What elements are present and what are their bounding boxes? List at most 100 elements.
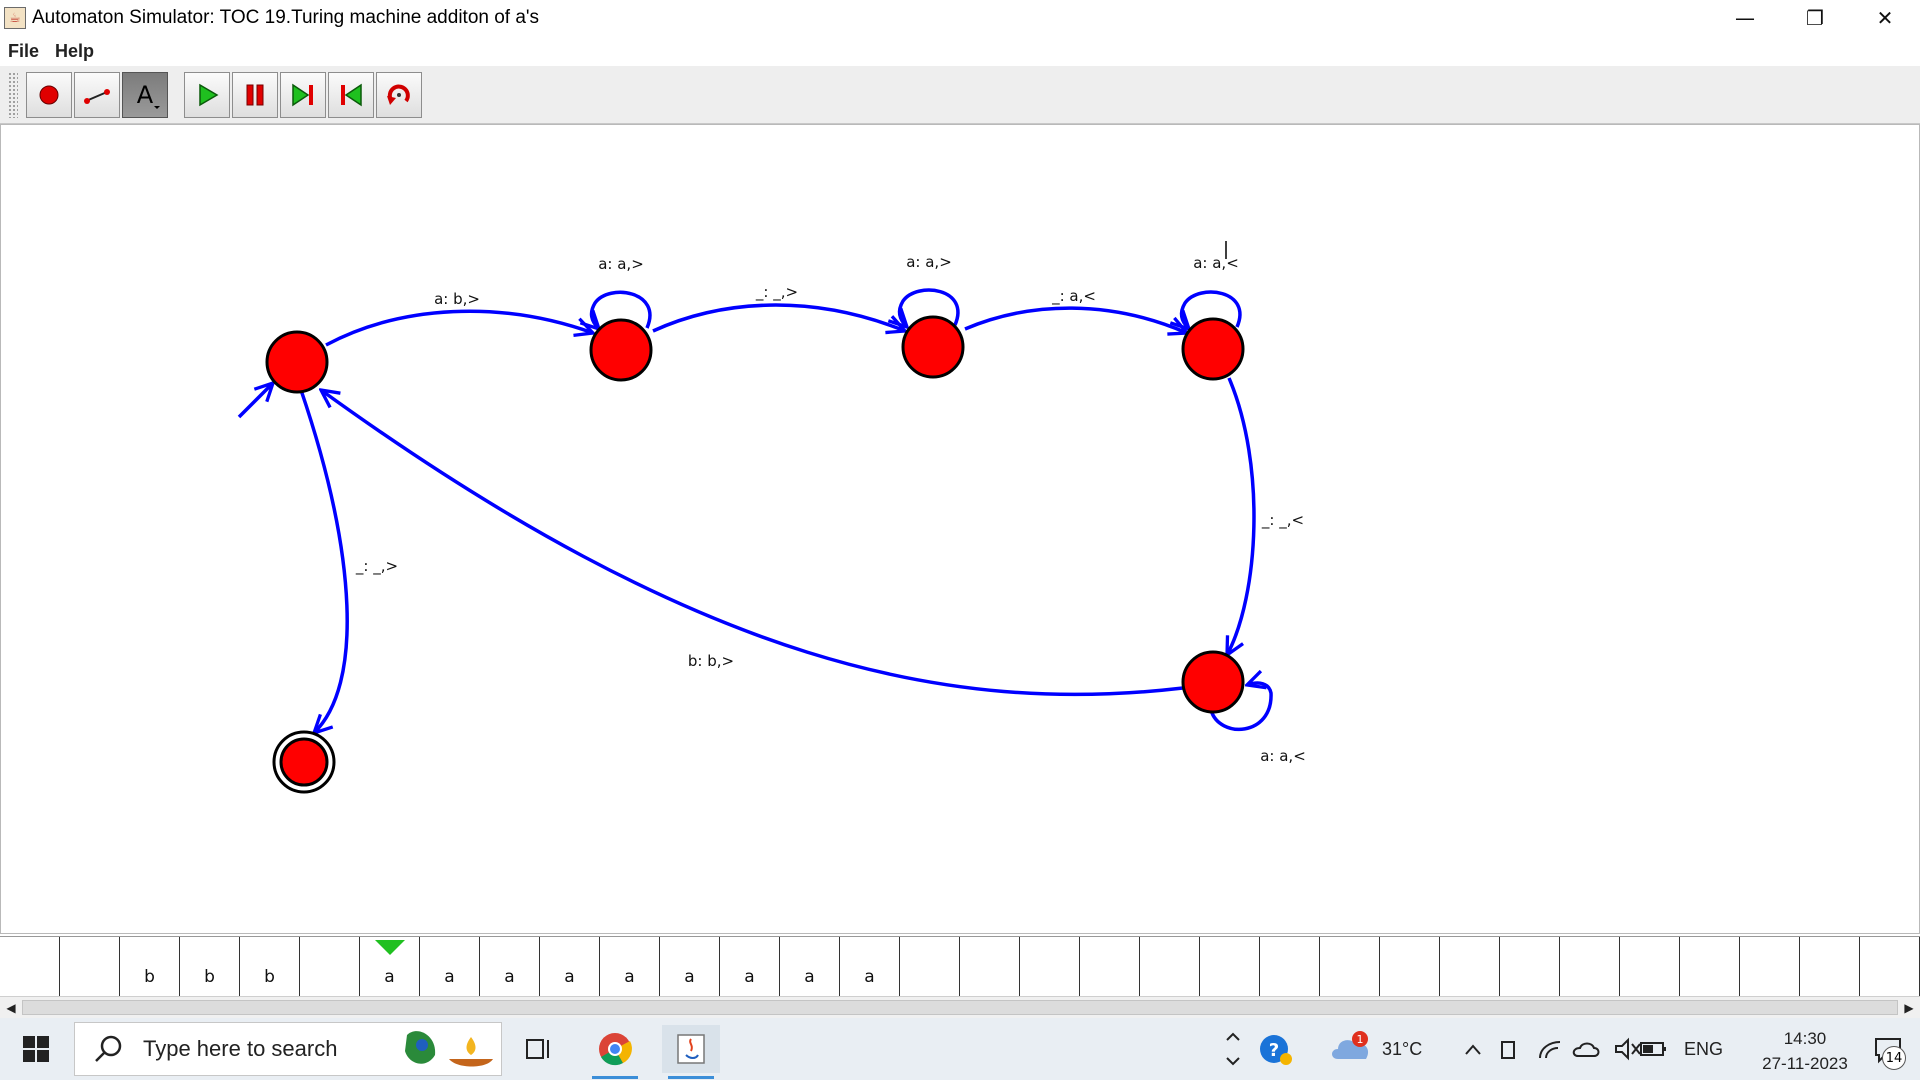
state-q5-accepting[interactable] <box>272 730 336 794</box>
edge-q3-q4[interactable] <box>1227 377 1256 655</box>
help-icon: ? <box>1260 1035 1292 1065</box>
toolbar: A <box>0 66 1920 124</box>
edge-q4-q0[interactable] <box>321 390 1184 697</box>
state-q3[interactable] <box>1181 317 1245 381</box>
window-controls: — ❐ ✕ <box>1710 0 1920 36</box>
pause-button[interactable] <box>232 72 278 118</box>
horizontal-scrollbar[interactable]: ◀ ▶ <box>0 996 1920 1018</box>
svg-text:A: A <box>137 81 154 109</box>
language-indicator[interactable]: ENG <box>1684 1018 1723 1080</box>
notification-center-button[interactable]: 14 <box>1868 1030 1908 1070</box>
edge-q0-q5[interactable] <box>299 389 349 733</box>
state-diagram[interactable]: a: b,> a: a,> _: _,> a: a,> _: a,< a: a,… <box>1 125 1919 933</box>
help-tray[interactable]: ? <box>1256 1018 1296 1080</box>
reset-button[interactable] <box>376 72 422 118</box>
tape-cell[interactable] <box>1260 937 1320 997</box>
tape-cell[interactable]: a <box>540 937 600 997</box>
tape-cell[interactable] <box>960 937 1020 997</box>
tape-cell[interactable] <box>1200 937 1260 997</box>
tape-cell[interactable] <box>1680 937 1740 997</box>
toolbar-grip[interactable] <box>8 72 18 118</box>
taskbar-app-chrome[interactable] <box>586 1025 644 1079</box>
tape-cell[interactable]: a <box>720 937 780 997</box>
add-state-button[interactable] <box>26 72 72 118</box>
tape-cell[interactable]: b <box>120 937 180 997</box>
play-button[interactable] <box>184 72 230 118</box>
state-q1[interactable] <box>589 318 653 382</box>
tape-cell[interactable] <box>300 937 360 997</box>
tape-cell[interactable]: b <box>240 937 300 997</box>
reset-icon <box>387 84 410 105</box>
taskbar-app-java[interactable] <box>662 1025 720 1079</box>
text-a-icon: A <box>137 81 160 109</box>
edge-label-q1-q2: _: _,> <box>755 283 798 302</box>
tape-cell[interactable] <box>1800 937 1860 997</box>
step-forward-button[interactable] <box>280 72 326 118</box>
weather-widget[interactable]: 1 31°C <box>1330 1018 1422 1080</box>
scroll-right-arrow[interactable]: ▶ <box>1898 997 1920 1019</box>
minimize-button[interactable]: — <box>1710 0 1780 36</box>
edge-q0-q1[interactable] <box>325 309 593 347</box>
battery-tray[interactable] <box>1640 1018 1668 1080</box>
close-button[interactable]: ✕ <box>1850 0 1920 36</box>
tape-cell[interactable] <box>1500 937 1560 997</box>
edge-q2-q3[interactable] <box>964 306 1187 333</box>
edge-label-q0-q5: _: _,> <box>355 557 398 576</box>
task-view-button[interactable] <box>510 1025 568 1073</box>
edge-label-q1-loop: a: a,> <box>598 255 644 273</box>
tape-cell[interactable] <box>900 937 960 997</box>
battery-icon <box>1640 1042 1666 1056</box>
system-tray-icons <box>1460 1018 1660 1080</box>
tape-cell[interactable] <box>0 937 60 997</box>
turing-tape[interactable]: bbbaaaaaaaaa <box>0 936 1920 997</box>
transition-arrow-icon <box>84 89 110 104</box>
tape-cell[interactable] <box>1860 937 1920 997</box>
notification-count: 14 <box>1882 1046 1906 1070</box>
menu-bar: File Help <box>0 36 1920 66</box>
play-icon <box>199 83 219 107</box>
restore-button[interactable]: ❐ <box>1780 0 1850 36</box>
diwali-lamp-icon <box>405 1031 493 1067</box>
window-title: Automaton Simulator: TOC 19.Turing machi… <box>32 7 540 28</box>
tape-cell[interactable] <box>1080 937 1140 997</box>
tape-cell[interactable]: a <box>840 937 900 997</box>
tape-cell[interactable] <box>1140 937 1200 997</box>
java-app-icon[interactable]: ☕ <box>4 7 26 29</box>
title-bar: ☕ Automaton Simulator: TOC 19.Turing mac… <box>0 0 1920 36</box>
taskbar: Type here to search ? 1 31°C ENG 14:30 2… <box>0 1018 1920 1080</box>
state-q4[interactable] <box>1181 650 1245 714</box>
svg-text:1: 1 <box>1357 1033 1364 1046</box>
tape-cell[interactable] <box>1020 937 1080 997</box>
tape-cell[interactable] <box>1620 937 1680 997</box>
automaton-canvas[interactable]: a: b,> a: a,> _: _,> a: a,> _: a,< a: a,… <box>0 124 1920 934</box>
tape-cell[interactable]: a <box>780 937 840 997</box>
tape-cell[interactable] <box>1560 937 1620 997</box>
tape-cell[interactable] <box>1320 937 1380 997</box>
add-transition-button[interactable] <box>74 72 120 118</box>
clock[interactable]: 14:30 27-11-2023 <box>1750 1026 1860 1076</box>
edge-q1-q2[interactable] <box>652 303 905 331</box>
tape-cell[interactable] <box>1380 937 1440 997</box>
tray-overflow[interactable] <box>1220 1018 1246 1080</box>
tape-cell[interactable]: a <box>600 937 660 997</box>
windows-logo-icon <box>23 1036 49 1062</box>
start-button[interactable] <box>0 1018 72 1080</box>
tape-cell[interactable]: a <box>480 937 540 997</box>
tape-cell[interactable]: b <box>180 937 240 997</box>
java-icon <box>677 1034 705 1064</box>
step-back-icon <box>341 83 362 107</box>
menu-help[interactable]: Help <box>47 41 102 62</box>
state-q0[interactable] <box>265 330 329 394</box>
taskbar-search-box[interactable]: Type here to search <box>74 1022 502 1076</box>
edit-label-button[interactable]: A <box>122 72 168 118</box>
state-q2[interactable] <box>901 315 965 379</box>
step-back-button[interactable] <box>328 72 374 118</box>
tape-cell[interactable]: a <box>660 937 720 997</box>
scroll-left-arrow[interactable]: ◀ <box>0 997 22 1019</box>
tape-cell[interactable]: a <box>420 937 480 997</box>
tape-cell[interactable] <box>60 937 120 997</box>
scroll-thumb[interactable] <box>22 1000 1898 1015</box>
menu-file[interactable]: File <box>0 41 47 62</box>
tape-cell[interactable] <box>1440 937 1500 997</box>
tape-cell[interactable] <box>1740 937 1800 997</box>
